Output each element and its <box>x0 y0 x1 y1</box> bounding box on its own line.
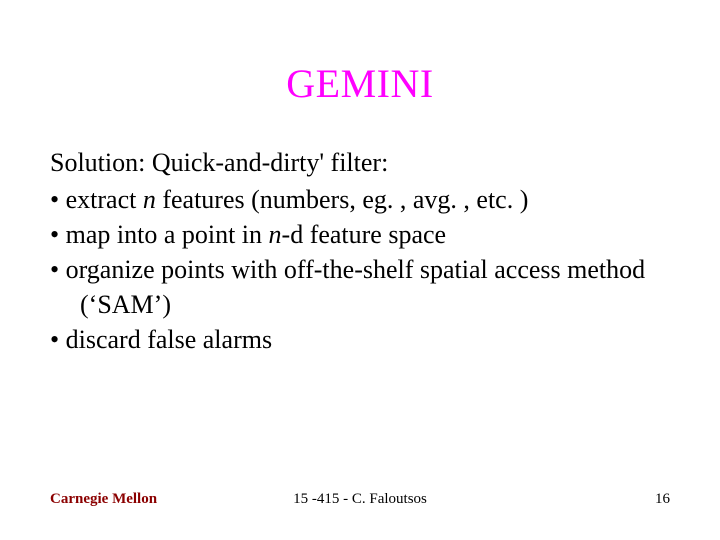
footer: Carnegie Mellon 15 -415 - C. Faloutsos 1… <box>0 491 720 508</box>
bullet-post: features (numbers, eg. , avg. , etc. ) <box>156 185 529 214</box>
footer-course: 15 -415 - C. Faloutsos <box>293 491 427 508</box>
list-item: map into a point in n-d feature space <box>50 217 670 252</box>
bullet-pre: discard false alarms <box>66 325 272 354</box>
slide-title: GEMINI <box>50 60 670 107</box>
bullet-pre: organize points with off-the-shelf spati… <box>66 255 646 319</box>
bullet-pre: extract <box>66 185 143 214</box>
bullet-pre: map into a point in <box>66 220 269 249</box>
bullet-em: n <box>269 220 282 249</box>
list-item: organize points with off-the-shelf spati… <box>50 252 670 322</box>
slide: GEMINI Solution: Quick-and-dirty' filter… <box>0 0 720 540</box>
bullet-post: -d feature space <box>282 220 447 249</box>
bullet-list: extract n features (numbers, eg. , avg. … <box>50 182 670 357</box>
footer-org: Carnegie Mellon <box>50 491 157 508</box>
footer-page-number: 16 <box>655 491 670 508</box>
list-item: discard false alarms <box>50 322 670 357</box>
bullet-em: n <box>143 185 156 214</box>
lead-text: Solution: Quick-and-dirty' filter: <box>50 145 670 180</box>
list-item: extract n features (numbers, eg. , avg. … <box>50 182 670 217</box>
